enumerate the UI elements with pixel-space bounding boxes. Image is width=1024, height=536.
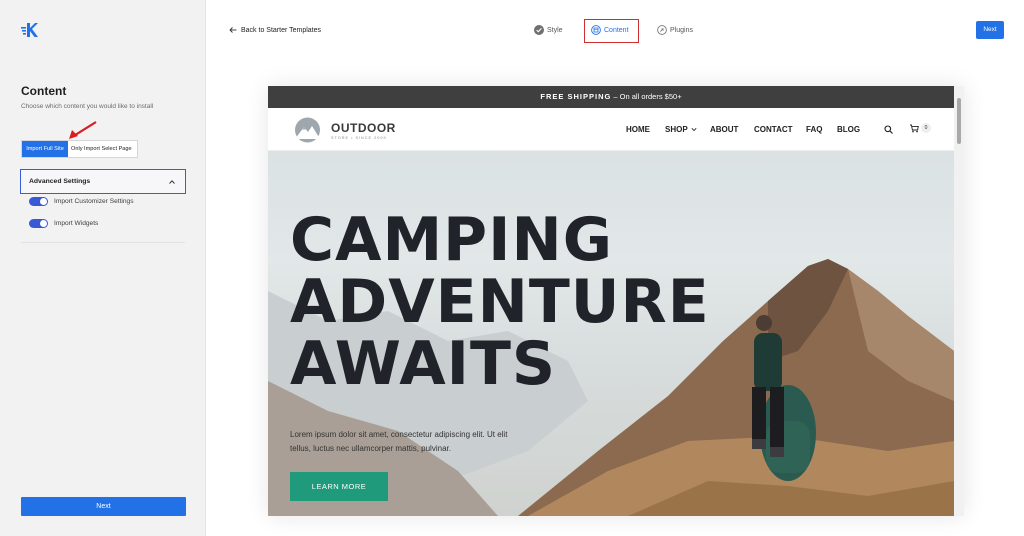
plug-icon [657, 25, 667, 35]
hero-heading: CAMPING ADVENTURE AWAITS [290, 209, 710, 395]
mountain-logo-icon [295, 117, 320, 143]
menu-home[interactable]: HOME [626, 125, 650, 134]
arrow-left-icon [229, 27, 237, 33]
search-icon[interactable] [884, 125, 893, 134]
step-style[interactable]: Style [534, 25, 563, 35]
customizer-settings-switch[interactable] [29, 197, 48, 206]
step-label: Style [547, 26, 563, 34]
check-circle-icon [534, 25, 544, 35]
hero-section: CAMPING ADVENTURE AWAITS Lorem ipsum dol… [268, 151, 954, 516]
content-title: Content [21, 84, 67, 98]
import-full-site-button[interactable]: Import Full Site [22, 141, 68, 157]
menu-shop-label: SHOP [665, 125, 688, 134]
preview-navbar: OUTDOOR STORE • SINCE 2009 HOME SHOP ABO… [268, 108, 954, 151]
step-label: Plugins [670, 26, 693, 34]
step-plugins[interactable]: Plugins [657, 25, 693, 35]
template-preview-frame: FREE SHIPPING – On all orders $50+ OUTDO… [268, 86, 964, 516]
hero-heading-line-1: CAMPING [290, 205, 613, 275]
cart-icon [910, 124, 919, 133]
scrollbar-thumb[interactable] [957, 98, 961, 144]
advanced-settings-toggle[interactable]: Advanced Settings [20, 169, 186, 194]
chevron-down-icon [691, 127, 697, 132]
sidebar: Content Choose which content you would l… [0, 0, 206, 536]
starter-templates-logo-icon [21, 23, 38, 37]
menu-about[interactable]: ABOUT [710, 125, 738, 134]
learn-more-button[interactable]: LEARN MORE [290, 472, 388, 501]
toggle-label: Import Widgets [54, 220, 99, 227]
menu-faq[interactable]: FAQ [806, 125, 822, 134]
outdoor-brand[interactable]: OUTDOOR STORE • SINCE 2009 [292, 117, 396, 143]
hero-text: Lorem ipsum dolor sit amet, consectetur … [290, 430, 508, 453]
toggle-label: Import Customizer Settings [54, 198, 134, 205]
step-label: Content [604, 26, 629, 34]
brand-tagline: STORE • SINCE 2009 [331, 135, 387, 140]
back-to-starter-templates-link[interactable]: Back to Starter Templates [229, 26, 321, 34]
brand-name: OUTDOOR [331, 120, 396, 135]
top-next-button[interactable]: Next [976, 21, 1004, 39]
advanced-settings-label: Advanced Settings [29, 178, 91, 185]
step-content[interactable]: Content [591, 25, 629, 35]
hero-heading-line-3: AWAITS [290, 329, 557, 399]
only-import-select-page-button[interactable]: Only Import Select Page [68, 141, 137, 157]
menu-shop[interactable]: SHOP [665, 125, 697, 134]
widgets-switch[interactable] [29, 219, 48, 228]
red-arrow-annotation-icon [69, 121, 97, 139]
content-icon [591, 25, 601, 35]
content-description: Choose which content you would like to i… [21, 103, 154, 110]
cart-button[interactable]: 0 [909, 123, 931, 133]
shipping-bar: FREE SHIPPING – On all orders $50+ [268, 86, 954, 108]
toggle-row-widgets: Import Widgets [29, 219, 98, 228]
menu-blog[interactable]: BLOG [837, 125, 860, 134]
toggle-row-customizer: Import Customizer Settings [29, 197, 134, 206]
sidebar-next-button[interactable]: Next [21, 497, 186, 516]
cart-count-badge: 0 [921, 123, 931, 133]
preview-scrollbar[interactable] [954, 86, 964, 516]
chevron-up-icon [169, 180, 175, 184]
divider [21, 242, 185, 243]
hero-heading-line-2: ADVENTURE [290, 267, 710, 337]
shipping-text: – On all orders $50+ [611, 92, 682, 101]
shipping-bold: FREE SHIPPING [540, 92, 612, 101]
import-mode-selector: Import Full Site Only Import Select Page [21, 140, 138, 158]
back-label: Back to Starter Templates [241, 26, 322, 34]
menu-contact[interactable]: CONTACT [754, 125, 793, 134]
